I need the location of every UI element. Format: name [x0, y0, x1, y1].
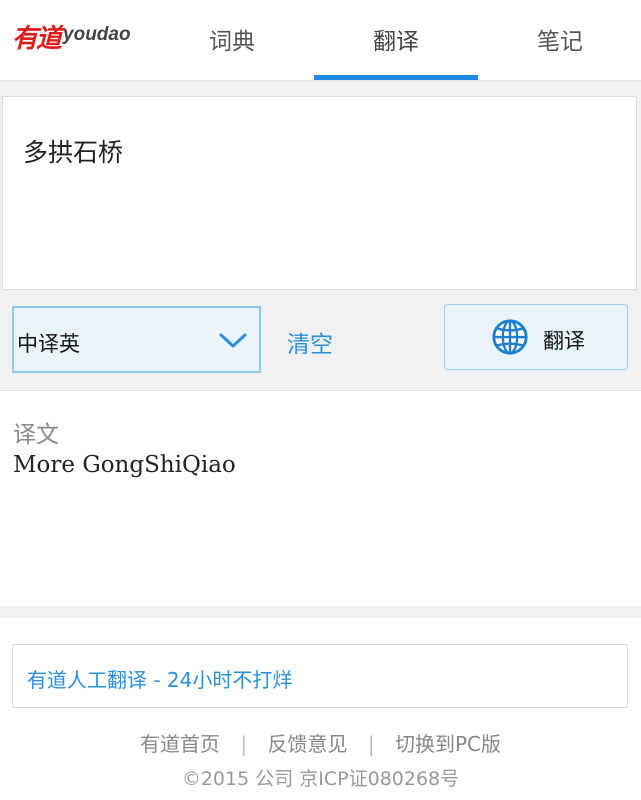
footer-separator: | [240, 732, 248, 756]
footer-link-pc-version[interactable]: 切换到PC版 [395, 732, 501, 756]
language-select[interactable]: 中译英 [12, 306, 261, 373]
logo-en-text: youdao [63, 24, 131, 45]
result-text: More GongShiQiao [13, 452, 236, 478]
translate-controls: 中译英 清空 翻译 [0, 296, 641, 391]
human-translation-promo[interactable]: 有道人工翻译 - 24小时不打烊 [12, 644, 628, 708]
footer-separator: | [367, 732, 375, 756]
translation-result: 译文 More GongShiQiao [0, 391, 641, 606]
globe-icon [492, 319, 528, 355]
source-text-input[interactable]: 多拱石桥 [2, 96, 637, 290]
footer-links: 有道首页 | 反馈意见 | 切换到PC版 [0, 728, 641, 757]
clear-button[interactable]: 清空 [287, 325, 333, 359]
input-section: 多拱石桥 [0, 82, 641, 296]
chevron-down-icon [219, 333, 247, 348]
translate-button-label: 翻译 [543, 329, 585, 353]
translate-button[interactable]: 翻译 [444, 304, 628, 370]
app-header: 有道 youdao 词典 翻译 笔记 [0, 0, 641, 81]
logo-cn-text: 有道 [12, 24, 62, 54]
language-selected-value: 中译英 [17, 332, 80, 356]
footer-link-home[interactable]: 有道首页 [140, 732, 220, 756]
copyright-text: ©2015 公司 京ICP证080268号 [181, 768, 460, 790]
footer-link-feedback[interactable]: 反馈意见 [267, 732, 347, 756]
youdao-logo[interactable]: 有道 youdao [12, 18, 131, 54]
section-gap [0, 606, 641, 618]
tab-notes[interactable]: 笔记 [478, 0, 641, 78]
tab-dictionary[interactable]: 词典 [150, 0, 314, 78]
promo-link[interactable]: 有道人工翻译 - 24小时不打烊 [27, 664, 292, 693]
result-heading: 译文 [13, 422, 59, 448]
tab-translate[interactable]: 翻译 [314, 0, 478, 78]
source-text-value: 多拱石桥 [23, 138, 124, 167]
